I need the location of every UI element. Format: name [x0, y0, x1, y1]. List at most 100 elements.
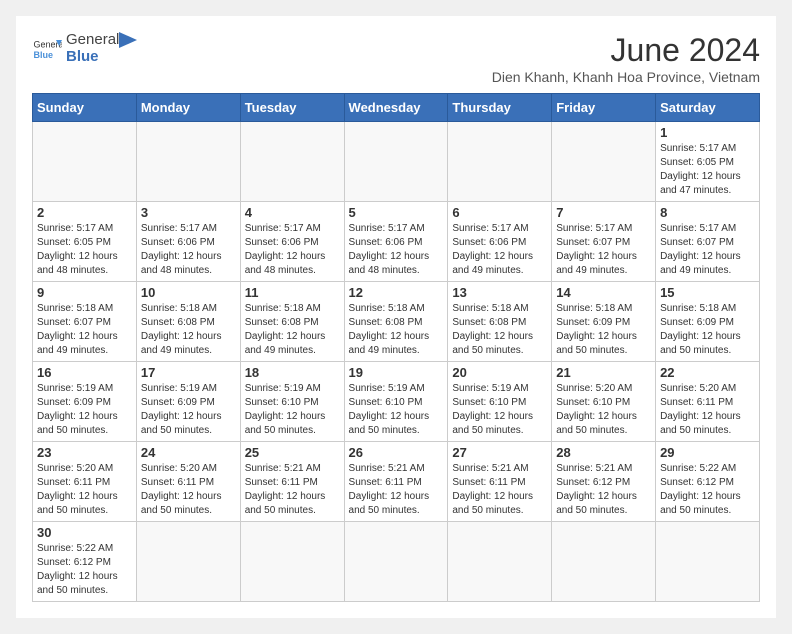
calendar-day-cell: 1Sunrise: 5:17 AM Sunset: 6:05 PM Daylig…: [656, 122, 760, 202]
header-tuesday: Tuesday: [240, 94, 344, 122]
day-info: Sunrise: 5:20 AM Sunset: 6:11 PM Dayligh…: [37, 462, 132, 518]
calendar-day-cell: [448, 522, 552, 602]
calendar-day-cell: 15Sunrise: 5:18 AM Sunset: 6:09 PM Dayli…: [656, 282, 760, 362]
calendar-body: 1 Sunrise: 5:17 AM Sunset: 6:05 PM Daylig…: [33, 122, 760, 602]
header-monday: Monday: [136, 94, 240, 122]
calendar-day-cell: 9Sunrise: 5:18 AM Sunset: 6:07 PM Daylig…: [33, 282, 137, 362]
calendar-day-cell: 28Sunrise: 5:21 AM Sunset: 6:12 PM Dayli…: [552, 442, 656, 522]
calendar-page: General Blue General Blue June 2024 Dien…: [16, 16, 776, 618]
day-number: 27: [452, 445, 547, 460]
generalblue-logo-icon: General Blue: [32, 34, 62, 64]
page-header: General Blue General Blue June 2024 Dien…: [32, 32, 760, 85]
header-sunday: Sunday: [33, 94, 137, 122]
day-info: Sunrise: 5:18 AM Sunset: 6:08 PM Dayligh…: [452, 302, 547, 358]
day-number: 4: [245, 205, 340, 220]
day-number: 22: [660, 365, 755, 380]
day-number: 16: [37, 365, 132, 380]
location-subtitle: Dien Khanh, Khanh Hoa Province, Vietnam: [492, 69, 760, 85]
calendar-day-cell: 30 Sunrise: 5:22 AM Sunset: 6:12 PM Dayli…: [33, 522, 137, 602]
day-info: Sunrise: 5:17 AM Sunset: 6:06 PM Dayligh…: [245, 222, 340, 278]
day-info: Sunrise: 5:17 AM Sunset: 6:06 PM Dayligh…: [452, 222, 547, 278]
calendar-day-cell: [344, 122, 448, 202]
day-info: Sunrise: 5:21 AM Sunset: 6:11 PM Dayligh…: [349, 462, 444, 518]
day-number: 13: [452, 285, 547, 300]
calendar-day-cell: 7 Sunrise: 5:17 AM Sunset: 6:07 PM Daylig…: [552, 202, 656, 282]
day-number: 11: [245, 285, 340, 300]
day-number: 18: [245, 365, 340, 380]
calendar-day-cell: [136, 522, 240, 602]
calendar-day-cell: 27Sunrise: 5:21 AM Sunset: 6:11 PM Dayli…: [448, 442, 552, 522]
header-saturday: Saturday: [656, 94, 760, 122]
logo-blue-text: Blue: [66, 49, 119, 66]
calendar-day-cell: 19Sunrise: 5:19 AM Sunset: 6:10 PM Dayli…: [344, 362, 448, 442]
calendar-day-cell: 2Sunrise: 5:17 AM Sunset: 6:05 PM Daylig…: [33, 202, 137, 282]
calendar-day-cell: 5Sunrise: 5:17 AM Sunset: 6:06 PM Daylig…: [344, 202, 448, 282]
day-info: Sunrise: 5:19 AM Sunset: 6:09 PM Dayligh…: [141, 382, 236, 438]
calendar-day-cell: 18 Sunrise: 5:19 AM Sunset: 6:10 PM Dayli…: [240, 362, 344, 442]
day-info: Sunrise: 5:20 AM Sunset: 6:10 PM Dayligh…: [556, 382, 651, 438]
calendar-day-cell: 23 Sunrise: 5:20 AM Sunset: 6:11 PM Dayli…: [33, 442, 137, 522]
day-number: 1: [660, 125, 755, 140]
calendar-day-cell: 24 Sunrise: 5:20 AM Sunset: 6:11 PM Dayli…: [136, 442, 240, 522]
day-number: 7: [556, 205, 651, 220]
calendar-day-cell: [552, 522, 656, 602]
day-info: Sunrise: 5:19 AM Sunset: 6:10 PM Dayligh…: [245, 382, 340, 438]
calendar-day-cell: [136, 122, 240, 202]
day-number: 21: [556, 365, 651, 380]
day-info: Sunrise: 5:22 AM Sunset: 6:12 PM Dayligh…: [37, 542, 132, 598]
calendar-week-row: 23 Sunrise: 5:20 AM Sunset: 6:11 PM Dayli…: [33, 442, 760, 522]
day-info: Sunrise: 5:20 AM Sunset: 6:11 PM Dayligh…: [141, 462, 236, 518]
calendar-day-cell: 16 Sunrise: 5:19 AM Sunset: 6:09 PM Dayli…: [33, 362, 137, 442]
calendar-day-cell: [240, 522, 344, 602]
calendar-day-cell: 21 Sunrise: 5:20 AM Sunset: 6:10 PM Dayli…: [552, 362, 656, 442]
calendar-table: Sunday Monday Tuesday Wednesday Thursday…: [32, 93, 760, 602]
calendar-day-cell: [656, 522, 760, 602]
flag-icon: [119, 32, 139, 60]
day-number: 19: [349, 365, 444, 380]
day-number: 26: [349, 445, 444, 460]
day-info: Sunrise: 5:17 AM Sunset: 6:06 PM Dayligh…: [141, 222, 236, 278]
calendar-day-cell: 3Sunrise: 5:17 AM Sunset: 6:06 PM Daylig…: [136, 202, 240, 282]
calendar-day-cell: 26 Sunrise: 5:21 AM Sunset: 6:11 PM Dayli…: [344, 442, 448, 522]
calendar-week-row: 30 Sunrise: 5:22 AM Sunset: 6:12 PM Dayli…: [33, 522, 760, 602]
day-info: Sunrise: 5:17 AM Sunset: 6:07 PM Dayligh…: [660, 222, 755, 278]
calendar-day-cell: 13 Sunrise: 5:18 AM Sunset: 6:08 PM Dayli…: [448, 282, 552, 362]
day-number: 6: [452, 205, 547, 220]
day-info: Sunrise: 5:22 AM Sunset: 6:12 PM Dayligh…: [660, 462, 755, 518]
day-info: Sunrise: 5:21 AM Sunset: 6:11 PM Dayligh…: [245, 462, 340, 518]
calendar-day-cell: [552, 122, 656, 202]
day-info: Sunrise: 5:19 AM Sunset: 6:09 PM Dayligh…: [37, 382, 132, 438]
calendar-day-cell: 6 Sunrise: 5:17 AM Sunset: 6:06 PM Daylig…: [448, 202, 552, 282]
calendar-week-row: 9Sunrise: 5:18 AM Sunset: 6:07 PM Daylig…: [33, 282, 760, 362]
day-info: Sunrise: 5:18 AM Sunset: 6:07 PM Dayligh…: [37, 302, 132, 358]
day-info: Sunrise: 5:17 AM Sunset: 6:05 PM Dayligh…: [37, 222, 132, 278]
logo-general-text: General: [66, 32, 119, 49]
day-info: Sunrise: 5:17 AM Sunset: 6:07 PM Dayligh…: [556, 222, 651, 278]
header-wednesday: Wednesday: [344, 94, 448, 122]
day-info: Sunrise: 5:17 AM Sunset: 6:06 PM Dayligh…: [349, 222, 444, 278]
day-number: 20: [452, 365, 547, 380]
calendar-week-row: 2Sunrise: 5:17 AM Sunset: 6:05 PM Daylig…: [33, 202, 760, 282]
calendar-day-cell: 25Sunrise: 5:21 AM Sunset: 6:11 PM Dayli…: [240, 442, 344, 522]
calendar-week-row: 16 Sunrise: 5:19 AM Sunset: 6:09 PM Dayli…: [33, 362, 760, 442]
calendar-day-cell: 10Sunrise: 5:18 AM Sunset: 6:08 PM Dayli…: [136, 282, 240, 362]
day-info: Sunrise: 5:19 AM Sunset: 6:10 PM Dayligh…: [452, 382, 547, 438]
day-number: 8: [660, 205, 755, 220]
calendar-day-cell: 29Sunrise: 5:22 AM Sunset: 6:12 PM Dayli…: [656, 442, 760, 522]
day-number: 30: [37, 525, 132, 540]
day-number: 24: [141, 445, 236, 460]
logo: General Blue General Blue: [32, 32, 139, 65]
day-info: Sunrise: 5:18 AM Sunset: 6:09 PM Dayligh…: [556, 302, 651, 358]
day-info: Sunrise: 5:20 AM Sunset: 6:11 PM Dayligh…: [660, 382, 755, 438]
calendar-day-cell: 11Sunrise: 5:18 AM Sunset: 6:08 PM Dayli…: [240, 282, 344, 362]
weekday-header-row: Sunday Monday Tuesday Wednesday Thursday…: [33, 94, 760, 122]
day-number: 10: [141, 285, 236, 300]
day-number: 14: [556, 285, 651, 300]
day-number: 15: [660, 285, 755, 300]
month-title: June 2024: [492, 32, 760, 69]
day-number: 23: [37, 445, 132, 460]
day-info: Sunrise: 5:21 AM Sunset: 6:12 PM Dayligh…: [556, 462, 651, 518]
day-number: 12: [349, 285, 444, 300]
calendar-day-cell: 8 Sunrise: 5:17 AM Sunset: 6:07 PM Daylig…: [656, 202, 760, 282]
calendar-day-cell: [448, 122, 552, 202]
